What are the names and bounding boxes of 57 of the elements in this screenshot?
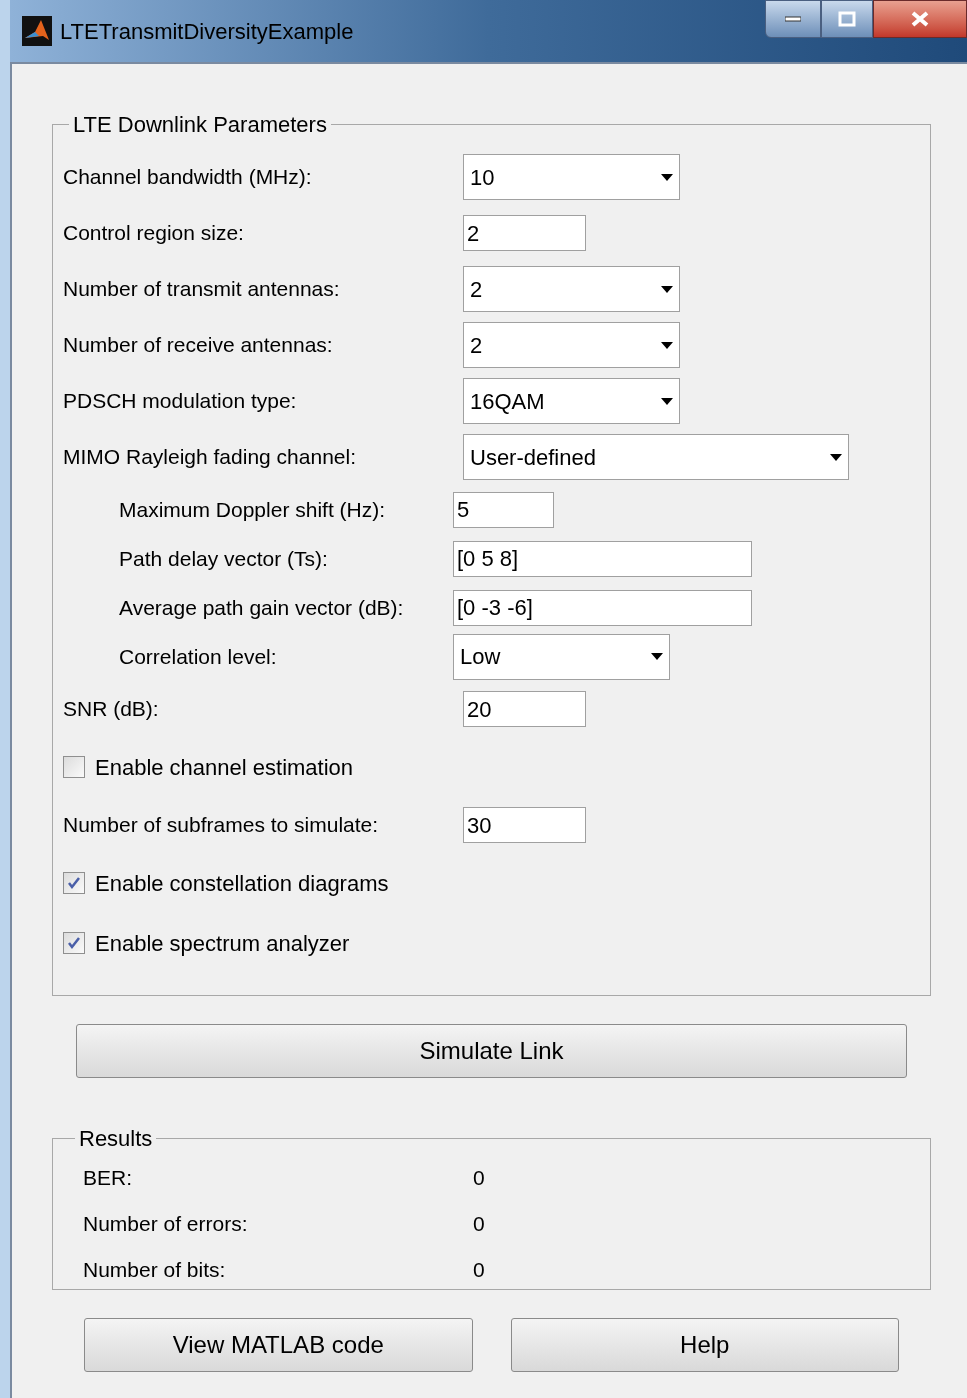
close-button[interactable]	[873, 0, 967, 38]
result-label: BER:	[83, 1165, 133, 1192]
field-label: Channel bandwidth (MHz):	[62, 164, 313, 191]
dropdown[interactable]: 16QAM	[463, 378, 680, 424]
checkmark-icon	[67, 936, 81, 950]
maximize-icon	[838, 11, 856, 27]
caret-icon	[661, 173, 673, 181]
caret-icon	[830, 453, 842, 461]
input-field[interactable]: 30	[463, 807, 586, 843]
field-label: PDSCH modulation type:	[62, 388, 298, 415]
result-value: 0	[473, 1257, 485, 1284]
checkbox-label: Enable spectrum analyzer	[95, 929, 350, 958]
dropdown[interactable]: 2	[463, 266, 680, 312]
field-label: Average path gain vector (dB):	[118, 594, 405, 621]
checkbox[interactable]	[63, 756, 85, 778]
minimize-icon	[785, 16, 801, 22]
field-label: MIMO Rayleigh fading channel:	[62, 444, 357, 471]
input-field[interactable]: [0 5 8]	[453, 540, 752, 577]
checkbox[interactable]	[63, 932, 85, 954]
field-label: Path delay vector (Ts):	[118, 545, 329, 572]
result-label: Number of bits:	[83, 1257, 227, 1284]
minimize-button[interactable]	[765, 0, 821, 38]
field-label: Correlation level:	[118, 643, 278, 670]
input-field[interactable]: 2	[463, 215, 586, 251]
action-button[interactable]: Help	[510, 1318, 899, 1372]
field-label: Control region size:	[62, 220, 245, 247]
dropdown[interactable]: User-defined	[463, 434, 849, 480]
checkbox[interactable]	[63, 872, 85, 894]
dropdown[interactable]: Low	[453, 633, 670, 680]
checkbox-label: Enable channel estimation	[95, 753, 354, 782]
caret-icon	[651, 653, 663, 660]
caret-icon	[661, 285, 673, 293]
app-logo-icon	[22, 16, 52, 46]
result-label: Number of errors:	[83, 1211, 249, 1238]
input-field[interactable]: 20	[463, 691, 586, 727]
simulate-button[interactable]: Simulate Link	[76, 1024, 907, 1078]
input-field[interactable]: [0 -3 -6]	[453, 589, 752, 626]
input-field[interactable]: 5	[453, 491, 554, 528]
close-icon	[911, 11, 929, 27]
field-label: Number of subframes to simulate:	[62, 812, 380, 839]
caret-icon	[661, 397, 673, 405]
checkbox-label: Enable constellation diagrams	[95, 869, 389, 898]
field-label: SNR (dB):	[62, 696, 160, 723]
maximize-button[interactable]	[821, 0, 873, 38]
dropdown[interactable]: 10	[463, 154, 680, 200]
field-label: Number of receive antennas:	[62, 332, 334, 359]
panel-title: Results	[78, 1125, 154, 1153]
dropdown[interactable]: 2	[463, 322, 680, 368]
field-label: Maximum Doppler shift (Hz):	[118, 496, 387, 523]
result-value: 0	[473, 1211, 485, 1238]
checkmark-icon	[67, 876, 81, 890]
action-button[interactable]: View MATLAB code	[84, 1318, 473, 1372]
window-title: LTETransmitDiversityExample	[60, 17, 354, 46]
caret-icon	[661, 341, 673, 349]
result-value: 0	[473, 1165, 485, 1192]
panel-title: LTE Downlink Parameters	[72, 111, 328, 139]
field-label: Number of transmit antennas:	[62, 276, 341, 303]
